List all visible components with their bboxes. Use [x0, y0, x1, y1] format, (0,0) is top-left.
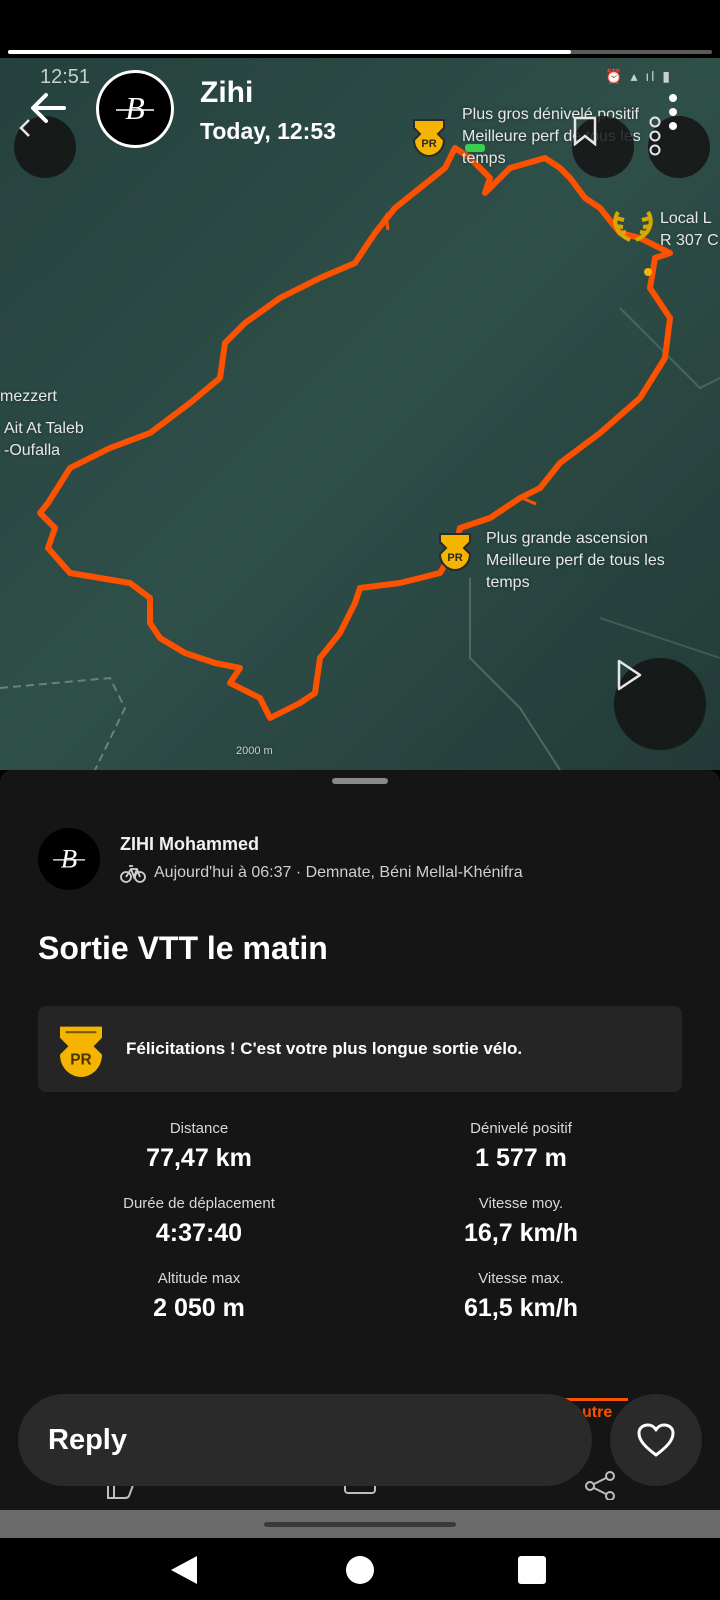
- story-timestamp: Today, 12:53: [200, 118, 336, 144]
- pr-badge-text: PR: [70, 1051, 91, 1068]
- stat-label: Dénivelé positif: [470, 1120, 572, 1137]
- stat-value: 16,7 km/h: [464, 1219, 578, 1247]
- monogram-logo-icon: B: [116, 90, 154, 126]
- stat-max-elevation: Altitude max 2 050 m: [38, 1270, 360, 1323]
- pr-badge-top-icon: PR: [412, 119, 446, 158]
- svg-text:PR: PR: [447, 552, 462, 564]
- bike-icon: [120, 865, 146, 883]
- story-progress-bar: [8, 50, 712, 54]
- svg-text:PR: PR: [421, 138, 436, 150]
- bookmark-button[interactable]: [572, 116, 634, 178]
- stat-label: Vitesse max.: [478, 1270, 564, 1287]
- activity-meta: Aujourd'hui à 06:37 · Demnate, Béni Mell…: [120, 862, 523, 884]
- stat-value: 2 050 m: [153, 1294, 245, 1322]
- stat-label: Distance: [169, 1120, 229, 1137]
- play-flyover-button[interactable]: [614, 658, 706, 750]
- map-label-mid-pr: Plus grande ascension Meilleure perf de …: [486, 530, 665, 591]
- story-more-button[interactable]: [668, 92, 678, 152]
- nav-back-button[interactable]: [166, 1552, 202, 1588]
- more-vertical-icon: [669, 94, 677, 130]
- stat-distance: Distance 77,47 km: [38, 1120, 360, 1173]
- share-icon[interactable]: [582, 1470, 618, 1500]
- stat-value: 4:37:40: [155, 1219, 243, 1247]
- stat-label: Vitesse moy.: [478, 1195, 564, 1212]
- map-label-town-1: mezzert: [0, 388, 57, 405]
- svg-text:B: B: [125, 90, 145, 126]
- bookmark-icon: [573, 116, 597, 146]
- story-progress-fill: [8, 50, 572, 54]
- pr-badge-mid-icon: PR: [438, 533, 472, 572]
- stat-value: 77,47 km: [146, 1144, 252, 1172]
- stat-value: 1 577 m: [475, 1144, 567, 1172]
- monogram-logo-icon: B: [53, 843, 85, 873]
- stat-elevation-gain: Dénivelé positif 1 577 m: [360, 1120, 682, 1173]
- map-more-button[interactable]: [648, 116, 710, 178]
- svg-text:B: B: [61, 843, 77, 873]
- athlete-name[interactable]: ZIHI Mohammed: [120, 834, 259, 855]
- stat-label: Altitude max: [157, 1270, 241, 1287]
- triangle-back-icon: [171, 1556, 197, 1584]
- athlete-avatar[interactable]: B: [38, 828, 100, 890]
- story-user-name[interactable]: Zihi: [200, 76, 253, 110]
- more-vertical-outline-icon: [649, 116, 661, 156]
- nav-recents-button[interactable]: [514, 1552, 550, 1588]
- story-avatar[interactable]: B: [96, 70, 174, 148]
- pr-congrats-text: Félicitations ! C'est votre plus longue …: [126, 1039, 523, 1058]
- square-recents-icon: [518, 1556, 546, 1584]
- stat-value: 61,5 km/h: [464, 1294, 578, 1322]
- stat-moving-time: Durée de déplacement 4:37:40: [38, 1195, 360, 1248]
- circle-home-icon: [346, 1556, 374, 1584]
- stat-label: Durée de déplacement: [123, 1195, 275, 1212]
- pr-badge-icon: PR: [60, 1026, 102, 1077]
- map-label-town-2: Ait At Taleb -Oufalla: [4, 420, 84, 459]
- map-label-local-legend: Local L R 307 C: [660, 210, 719, 249]
- story-back-button[interactable]: [26, 86, 70, 130]
- gesture-strip: [0, 1510, 720, 1538]
- activity-meta-text: Aujourd'hui à 06:37 · Demnate, Béni Mell…: [154, 864, 523, 881]
- reply-input[interactable]: Reply: [18, 1394, 592, 1486]
- activity-title: Sortie VTT le matin: [38, 930, 328, 966]
- heart-icon: [637, 1423, 675, 1457]
- stat-avg-speed: Vitesse moy. 16,7 km/h: [360, 1195, 682, 1248]
- activity-stats-grid: Distance 77,47 km Dénivelé positif 1 577…: [38, 1120, 682, 1323]
- nav-home-button[interactable]: [342, 1552, 378, 1588]
- pr-achievement-banner[interactable]: PR Félicitations ! C'est votre plus long…: [38, 1006, 682, 1092]
- screenshot-status-icons: ⏰ ▴ ıl ▮: [605, 68, 672, 84]
- arrow-left-icon: [31, 93, 66, 123]
- stat-max-speed: Vitesse max. 61,5 km/h: [360, 1270, 682, 1323]
- system-navigation-bar: [0, 1538, 720, 1600]
- like-button[interactable]: [610, 1394, 702, 1486]
- sheet-drag-handle[interactable]: [332, 778, 388, 784]
- gesture-handle[interactable]: [264, 1522, 456, 1527]
- route-map[interactable]: PR PR 12:51 ⏰ ▴ ıl ▮ Plus gros dénivelé …: [0, 58, 720, 770]
- map-scale-label: 2000 m: [236, 745, 273, 757]
- play-icon: [617, 659, 642, 691]
